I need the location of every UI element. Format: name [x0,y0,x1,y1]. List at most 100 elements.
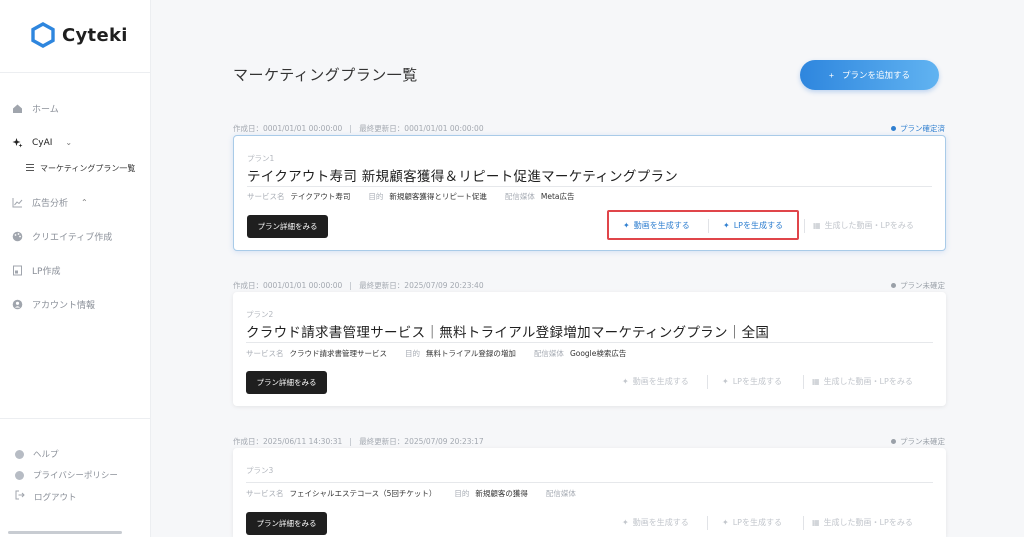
status-text: プラン未確定 [900,437,945,446]
media-value: Meta広告 [540,192,575,201]
action-separator [707,375,708,389]
card-divider [246,342,933,343]
sparkle-icon [12,137,23,148]
nav-privacy-label: プライバシーポリシー [33,471,118,481]
service-value: テイクアウト寿司 [290,192,351,201]
chevron-down-icon: ⌄ [65,138,73,147]
home-icon [12,103,23,114]
add-plan-button[interactable]: + プランを追加する [800,60,939,90]
objective-label: 目的 [454,489,470,498]
nav-creative-label: クリエイティブ作成 [32,233,113,243]
status-text: プラン未確定 [900,281,945,290]
nav-logout[interactable]: ログアウト [15,490,77,503]
view-generated-label: 生成した動画・LPをみる [823,518,913,527]
service-label: サービス名 [246,489,284,498]
service-label: サービス名 [247,192,285,201]
sidebar-scrollbar[interactable] [8,531,122,534]
view-generated-label: 生成した動画・LPをみる [824,221,914,230]
plan-title[interactable]: クラウド請求書管理サービス｜無料トライアル登録増加マーケティングプラン｜全国 [246,321,769,341]
plan-card[interactable]: プラン1 テイクアウト寿司 新規顧客獲得＆リピート促進マーケティングプラン サー… [233,135,946,251]
plan-detail-button[interactable]: プラン詳細をみる [246,512,327,535]
plan-meta: 作成日：2025/06/11 14:30:31 最終更新日：2025/07/09… [233,436,484,447]
nav-privacy[interactable]: プライバシーポリシー [15,469,118,481]
plan-title[interactable]: テイクアウト寿司 新規顧客獲得＆リピート促進マーケティングプラン [247,165,678,185]
nav-lp[interactable]: LP作成 [12,264,60,277]
generate-video-label: 動画を生成する [632,377,689,386]
plan-card[interactable]: プラン2 クラウド請求書管理サービス｜無料トライアル登録増加マーケティングプラン… [233,292,946,406]
nav-account[interactable]: アカウント情報 [12,298,95,311]
generate-video-label: 動画を生成する [632,518,689,527]
logo[interactable]: Cyteki [30,22,128,48]
plan-detail-button[interactable]: プラン詳細をみる [246,371,327,394]
created-date: 2025/06/11 14:30:31 [263,437,343,446]
service-value: クラウド請求書管理サービス [289,349,388,358]
updated-date: 2025/07/09 20:23:40 [404,281,484,290]
help-icon [15,449,24,459]
card-divider [247,186,932,187]
plan-fields: サービス名 クラウド請求書管理サービス 目的 無料トライアル登録の増加 配信媒体… [246,348,638,359]
view-generated-label: 生成した動画・LPをみる [823,377,913,386]
generate-lp-button[interactable]: ✦ LPを生成する [722,376,782,387]
list-icon [26,164,34,173]
nav-help[interactable]: ヘルプ [15,448,59,460]
nav-home-label: ホーム [32,105,59,115]
status-dot-icon [891,439,896,444]
action-separator [708,219,709,233]
plan-meta: 作成日：0001/01/01 00:00:00 最終更新日：2025/07/09… [233,280,484,291]
action-separator [803,516,804,530]
nav-creative[interactable]: クリエイティブ作成 [12,230,112,243]
nav-help-label: ヘルプ [33,450,59,460]
nav-cyai[interactable]: CyAI ⌄ [12,137,72,148]
nav-home[interactable]: ホーム [12,102,59,115]
updated-label: 最終更新日： [359,437,405,446]
plan-number: プラン2 [246,310,274,319]
generate-video-button[interactable]: ✦ 動画を生成する [622,376,689,387]
sidebar-item-marketing-plans[interactable]: マーケティングプラン一覧 [26,163,135,174]
updated-label: 最終更新日： [359,281,405,290]
created-label: 作成日： [233,281,263,290]
view-generated-button[interactable]: ▦ 生成した動画・LPをみる [812,376,913,387]
generate-lp-label: LPを生成する [732,518,782,527]
sparkle-icon: ✦ [622,377,629,386]
nav-cyai-label: CyAI [32,137,53,148]
generate-video-button[interactable]: ✦ 動画を生成する [622,517,689,528]
created-date: 0001/01/01 00:00:00 [263,124,343,133]
chevron-up-icon: ⌃ [81,198,88,207]
created-label: 作成日： [233,437,263,446]
sidebar-divider [0,72,151,73]
action-separator [804,219,805,233]
status-dot-icon [891,283,896,288]
generate-lp-button[interactable]: ✦ LPを生成する [722,517,782,528]
view-generated-button[interactable]: ▦ 生成した動画・LPをみる [813,220,914,231]
action-separator [803,375,804,389]
logout-icon [15,490,25,503]
sidebar: Cyteki ホーム CyAI ⌄ マーケティングプラン一覧 広告分析 ⌃ クリ… [0,0,151,537]
grid-icon: ▦ [812,518,820,527]
plan-card[interactable]: プラン3 サービス名 フェイシャルエステコース（5回チケット） 目的 新規顧客の… [233,448,946,537]
status-dot-icon [891,126,896,131]
plan-number: プラン3 [246,466,274,475]
service-label: サービス名 [246,349,284,358]
objective-label: 目的 [368,192,384,201]
grid-icon: ▦ [812,377,820,386]
view-generated-button[interactable]: ▦ 生成した動画・LPをみる [812,517,913,528]
media-label: 配信媒体 [533,349,564,358]
nav-ad-analysis[interactable]: 広告分析 ⌃ [12,196,88,209]
created-date: 0001/01/01 00:00:00 [263,281,343,290]
sparkle-icon: ✦ [722,518,729,527]
brand-name: Cyteki [62,24,128,46]
status-badge: プラン確定済 [891,123,945,134]
generate-video-button[interactable]: ✦ 動画を生成する [623,220,690,231]
page-title: マーケティングプラン一覧 [233,66,418,84]
plan-fields: サービス名 フェイシャルエステコース（5回チケット） 目的 新規顧客の獲得 配信… [246,488,594,499]
sidebar-item-label: マーケティングプラン一覧 [40,164,136,173]
nav-logout-label: ログアウト [34,492,77,503]
logo-hexagon-icon [31,22,55,48]
action-separator [707,516,708,530]
add-plan-label: プランを追加する [841,70,910,80]
generate-lp-button[interactable]: ✦ LPを生成する [723,220,783,231]
card-divider [246,482,933,483]
media-label: 配信媒体 [545,489,576,498]
objective-value: 新規顧客の獲得 [475,489,528,498]
plan-detail-button[interactable]: プラン詳細をみる [247,215,328,238]
